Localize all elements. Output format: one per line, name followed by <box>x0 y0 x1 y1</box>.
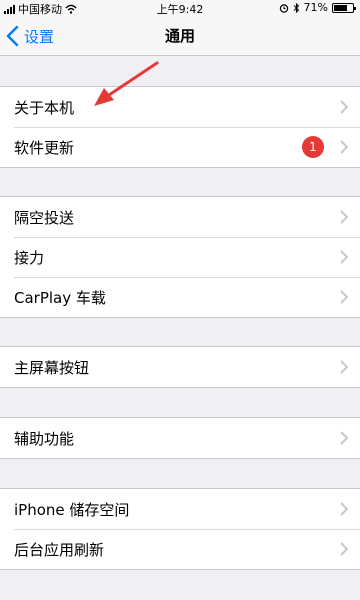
row-home-button[interactable]: 主屏幕按钮 <box>0 347 360 387</box>
row-carplay[interactable]: CarPlay 车载 <box>0 277 360 317</box>
chevron-right-icon <box>340 542 348 556</box>
battery-percent: 71% <box>303 1 328 14</box>
bluetooth-icon <box>293 2 299 13</box>
chevron-right-icon <box>340 100 348 114</box>
row-label: 隔空投送 <box>14 208 75 227</box>
row-about[interactable]: 关于本机 <box>0 87 360 127</box>
status-bar: 中国移动 上午9:42 71% <box>0 0 360 16</box>
battery-icon <box>332 2 356 13</box>
chevron-right-icon <box>340 140 348 154</box>
chevron-right-icon <box>340 360 348 374</box>
row-accessibility[interactable]: 辅助功能 <box>0 418 360 458</box>
chevron-right-icon <box>340 250 348 264</box>
row-iphone-storage[interactable]: iPhone 储存空间 <box>0 489 360 529</box>
settings-group-home-button: 主屏幕按钮 <box>0 346 360 388</box>
row-label: CarPlay 车载 <box>14 288 106 307</box>
row-label: 辅助功能 <box>14 429 75 448</box>
chevron-right-icon <box>340 431 348 445</box>
notification-badge: 1 <box>302 136 324 158</box>
page-title: 通用 <box>164 27 195 45</box>
row-label: iPhone 储存空间 <box>14 500 130 519</box>
row-airdrop[interactable]: 隔空投送 <box>0 197 360 237</box>
settings-group-about: 关于本机 软件更新 1 <box>0 86 360 168</box>
alarm-icon <box>279 3 288 13</box>
row-label: 关于本机 <box>14 98 75 117</box>
row-software-update[interactable]: 软件更新 1 <box>0 127 360 167</box>
row-label: 后台应用刷新 <box>14 540 105 559</box>
chevron-right-icon <box>340 210 348 224</box>
chevron-right-icon <box>340 290 348 304</box>
row-background-refresh[interactable]: 后台应用刷新 <box>0 529 360 569</box>
row-handoff[interactable]: 接力 <box>0 237 360 277</box>
row-label: 接力 <box>14 248 45 267</box>
status-right: 71% <box>279 1 356 14</box>
chevron-right-icon <box>340 502 348 516</box>
settings-group-storage: iPhone 储存空间 后台应用刷新 <box>0 488 360 570</box>
row-label: 主屏幕按钮 <box>14 358 90 377</box>
settings-group-connectivity: 隔空投送 接力 CarPlay 车载 <box>0 196 360 318</box>
navigation-bar: 设置 通用 <box>0 16 360 56</box>
settings-group-accessibility: 辅助功能 <box>0 417 360 459</box>
row-label: 软件更新 <box>14 138 75 157</box>
battery-fill <box>334 4 347 11</box>
